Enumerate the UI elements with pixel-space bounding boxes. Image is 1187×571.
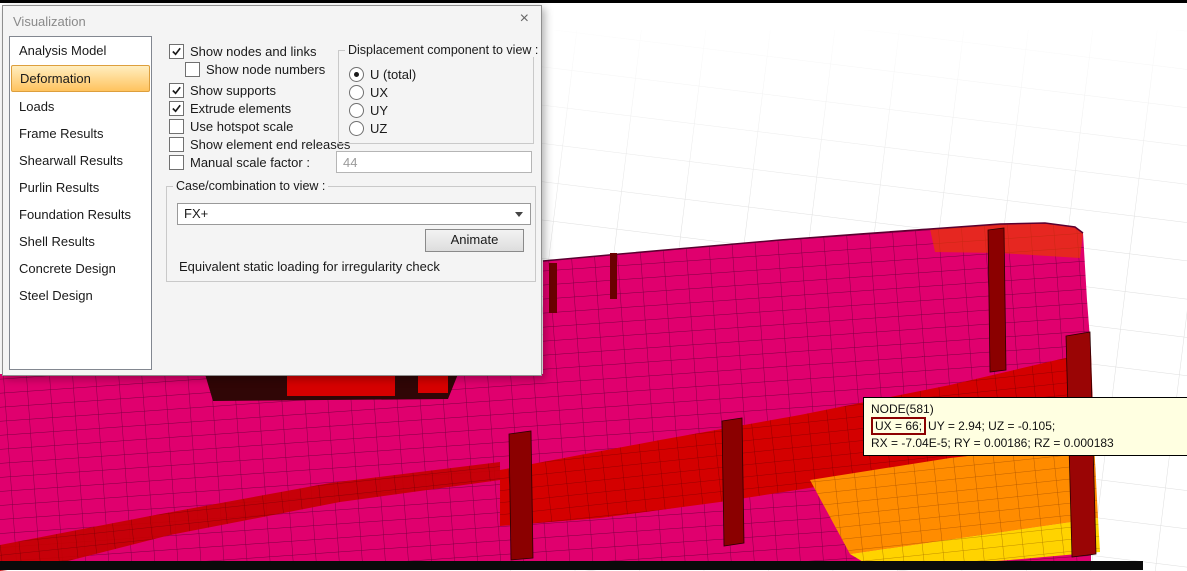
radio-uz[interactable]: UZ bbox=[349, 121, 387, 136]
radio-button[interactable] bbox=[349, 121, 364, 136]
tooltip-translations: UX = 66; UY = 2.94; UZ = -0.105; bbox=[871, 417, 1187, 435]
radio-label: U (total) bbox=[370, 67, 416, 82]
visualization-dialog: Visualization × Analysis Model Deformati… bbox=[2, 5, 542, 376]
checkbox-label: Show supports bbox=[190, 83, 276, 98]
sidebar-item-steel-design[interactable]: Steel Design bbox=[10, 282, 151, 309]
checkbox-box[interactable] bbox=[169, 44, 184, 59]
checkbox-label: Use hotspot scale bbox=[190, 119, 293, 134]
checkbox-box[interactable] bbox=[169, 83, 184, 98]
case-combination-dropdown[interactable]: FX+ bbox=[177, 203, 531, 225]
checkbox-label: Show node numbers bbox=[206, 62, 325, 77]
sidebar-item-deformation[interactable]: Deformation bbox=[11, 65, 150, 92]
radio-button[interactable] bbox=[349, 85, 364, 100]
group-title: Case/combination to view : bbox=[173, 179, 328, 193]
dropdown-selected-value: FX+ bbox=[184, 206, 208, 221]
case-combination-group: Case/combination to view : FX+ Animate E… bbox=[166, 186, 536, 282]
radio-button[interactable] bbox=[349, 67, 364, 82]
checkbox-show-supports[interactable]: Show supports bbox=[169, 83, 276, 98]
dialog-title: Visualization bbox=[13, 14, 86, 29]
sidebar-item-loads[interactable]: Loads bbox=[10, 93, 151, 120]
uy-uz-values: UY = 2.94; UZ = -0.105; bbox=[928, 418, 1055, 434]
radio-label: UZ bbox=[370, 121, 387, 136]
sidebar-item-shearwall-results[interactable]: Shearwall Results bbox=[10, 147, 151, 174]
viewport-bottom-bar bbox=[0, 561, 1143, 570]
sidebar-item-purlin-results[interactable]: Purlin Results bbox=[10, 174, 151, 201]
column-stub-2 bbox=[610, 253, 617, 299]
radio-uy[interactable]: UY bbox=[349, 103, 388, 118]
sidebar-item-analysis-model[interactable]: Analysis Model bbox=[10, 37, 151, 64]
checkbox-show-element-end-releases[interactable]: Show element end releases bbox=[169, 137, 350, 152]
checkbox-extrude-elements[interactable]: Extrude elements bbox=[169, 101, 291, 116]
checkbox-box[interactable] bbox=[169, 155, 184, 170]
column-stub-1 bbox=[549, 263, 557, 313]
group-title: Displacement component to view : bbox=[345, 43, 541, 57]
ux-value-highlight: UX = 66; bbox=[871, 417, 926, 435]
application-window: NODE(581) UX = 66; UY = 2.94; UZ = -0.10… bbox=[0, 0, 1187, 571]
tooltip-node-title: NODE(581) bbox=[871, 401, 1187, 417]
column-front-mid bbox=[722, 418, 744, 546]
radio-label: UY bbox=[370, 103, 388, 118]
tooltip-rotations: RX = -7.04E-5; RY = 0.00186; RZ = 0.0001… bbox=[871, 435, 1187, 451]
case-description: Equivalent static loading for irregulari… bbox=[179, 259, 440, 274]
grid-fade bbox=[510, 30, 1187, 230]
checkbox-show-nodes-and-links[interactable]: Show nodes and links bbox=[169, 44, 316, 59]
close-icon[interactable]: × bbox=[520, 11, 529, 27]
checkbox-label: Extrude elements bbox=[190, 101, 291, 116]
radio-button[interactable] bbox=[349, 103, 364, 118]
sidebar-item-concrete-design[interactable]: Concrete Design bbox=[10, 255, 151, 282]
sidebar-item-foundation-results[interactable]: Foundation Results bbox=[10, 201, 151, 228]
checkbox-use-hotspot-scale[interactable]: Use hotspot scale bbox=[169, 119, 293, 134]
radio-label: UX bbox=[370, 85, 388, 100]
checkbox-box[interactable] bbox=[169, 137, 184, 152]
displacement-component-group: Displacement component to view : U (tota… bbox=[338, 50, 534, 144]
checkbox-label: Manual scale factor : bbox=[190, 155, 310, 170]
node-result-tooltip: NODE(581) UX = 66; UY = 2.94; UZ = -0.10… bbox=[863, 397, 1187, 456]
checkbox-manual-scale-factor[interactable]: Manual scale factor : bbox=[169, 155, 310, 170]
column-upper-right bbox=[988, 228, 1006, 372]
sidebar-item-shell-results[interactable]: Shell Results bbox=[10, 228, 151, 255]
radio-ux[interactable]: UX bbox=[349, 85, 388, 100]
checkbox-show-node-numbers[interactable]: Show node numbers bbox=[185, 62, 325, 77]
category-list: Analysis Model Deformation Loads Frame R… bbox=[9, 36, 152, 370]
manual-scale-factor-input[interactable] bbox=[336, 151, 532, 173]
checkbox-label: Show nodes and links bbox=[190, 44, 316, 59]
roof-underside-shadow bbox=[205, 374, 458, 401]
chevron-down-icon bbox=[515, 212, 523, 217]
checkbox-box[interactable] bbox=[169, 101, 184, 116]
checkbox-box[interactable] bbox=[185, 62, 200, 77]
column-front-left bbox=[509, 431, 533, 560]
checkbox-box[interactable] bbox=[169, 119, 184, 134]
sidebar-item-frame-results[interactable]: Frame Results bbox=[10, 120, 151, 147]
viewport-top-border bbox=[0, 0, 1187, 3]
animate-button[interactable]: Animate bbox=[425, 229, 524, 252]
checkbox-label: Show element end releases bbox=[190, 137, 350, 152]
radio-u-total[interactable]: U (total) bbox=[349, 67, 416, 82]
